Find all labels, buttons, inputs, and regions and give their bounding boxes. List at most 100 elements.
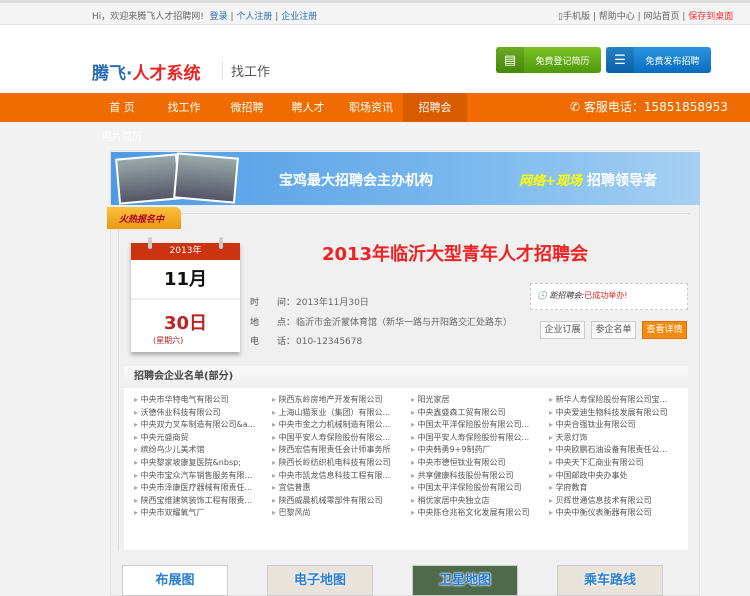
company-item[interactable]: 中央鑫盛森工贸有限公司 <box>411 407 546 418</box>
company-item[interactable]: 陕西长岭纺织机电科技有限公司 <box>272 457 407 468</box>
post-job-button[interactable]: ☰ 免费发布招聘 <box>606 47 711 73</box>
nav-career-news[interactable]: 职场资讯 <box>339 93 403 122</box>
banner-text: 宝鸡最大招聘会主办机构 <box>279 173 433 189</box>
nav-job-fair[interactable]: 招聘会 <box>403 93 467 122</box>
company-item[interactable]: 梢优家居中央独立店 <box>411 495 546 506</box>
countdown-notice: 🕓 距招聘会:已成功举办! <box>530 283 688 310</box>
nav-micro-recruit[interactable]: 微招聘 <box>215 93 279 122</box>
banner-text: 招聘领导者 <box>587 173 657 189</box>
help-link[interactable]: 帮助中心 <box>599 12 635 22</box>
company-item[interactable]: 中央天下汇商业有限公司 <box>549 457 684 468</box>
company-item[interactable]: 中央合强钛业有限公司 <box>549 419 684 430</box>
company-item[interactable]: 陕西宏信有限责任会计师事务所 <box>272 444 407 455</box>
clock-icon: 🕓 <box>537 291 547 300</box>
post-job-label: 免费发布招聘 <box>645 56 700 67</box>
register-resume-button[interactable]: ▤ 免费登记简历 <box>496 47 601 73</box>
map-label: 乘车路线 <box>583 573 636 588</box>
view-details-button[interactable]: 查看详情 <box>642 321 687 339</box>
map-electronic[interactable]: 电子地图 <box>267 565 373 596</box>
nav-find-job[interactable]: 找工作 <box>152 93 216 122</box>
booth-booking-button[interactable]: 企业订展 <box>540 321 585 339</box>
calendar-ring <box>219 237 223 249</box>
banner[interactable]: 宝鸡最大招聘会主办机构 网络+现场 招聘领导者 <box>111 152 700 205</box>
map-layout[interactable]: 布展图 <box>122 565 228 596</box>
calendar: 2013年 11月 30日 (星期六) <box>131 237 240 352</box>
company-item[interactable]: 中国太平洋保险股份有限公司... <box>411 419 546 430</box>
company-item[interactable]: 中央市双耀氧气厂 <box>134 507 269 518</box>
top-bar: Hi，欢迎来腾飞人才招聘网! 登录 | 个人注册 | 企业注册 ▯手机版 | 帮… <box>0 0 750 25</box>
company-register-link[interactable]: 企业注册 <box>281 12 317 22</box>
participant-list-button[interactable]: 参企名单 <box>591 321 636 339</box>
phone-label: 电 话： <box>250 337 296 347</box>
login-link[interactable]: 登录 <box>210 12 228 22</box>
personal-register-link[interactable]: 个人注册 <box>236 12 272 22</box>
company-item[interactable]: 阳光家居 <box>411 394 546 405</box>
fair-phone: 电 话：010-12345678 <box>250 334 362 347</box>
company-item[interactable]: 学府教育 <box>549 482 684 493</box>
company-item[interactable]: 中央市德恒钛业有限公司 <box>411 457 546 468</box>
phone-value: 010-12345678 <box>296 337 363 347</box>
service-phone: ✆ 客服电话：15851858953 <box>570 93 728 122</box>
company-list: 招聘会企业名单(部分) 中央市华特电气有限公司沃德伟业科技有限公司中央双力叉车制… <box>124 366 688 550</box>
company-item[interactable]: 沃德伟业科技有限公司 <box>134 407 269 418</box>
fair-time: 时 间：2013年11月30日 <box>250 295 369 308</box>
company-item[interactable]: 中国平安人寿保险股份有限公... <box>411 432 546 443</box>
notice-label: 距招聘会: <box>549 291 585 300</box>
notice-status: 已成功举办! <box>584 291 628 300</box>
company-item[interactable]: 中国邮政中央办事处 <box>549 470 684 481</box>
home-link[interactable]: 网站首页 <box>644 12 680 22</box>
company-item[interactable]: 中央双力叉车制造有限公司&a... <box>134 419 269 430</box>
company-item[interactable]: 上海山猫泵业（集团）有限公... <box>272 407 407 418</box>
company-item[interactable]: 中国太平洋保险股份有限公司 <box>411 482 546 493</box>
header-subtitle: 找工作 <box>222 61 270 80</box>
company-item[interactable]: 巴黎风尚 <box>272 507 407 518</box>
map-route[interactable]: 乘车路线 <box>557 565 663 596</box>
map-satellite[interactable]: 卫星地图 <box>412 565 518 596</box>
map-label: 电子地图 <box>293 573 346 588</box>
company-item[interactable]: 中央市凯龙信息科技工程有限... <box>272 470 407 481</box>
banner-photo <box>173 152 239 204</box>
company-item[interactable]: 中央市泽康医疗器械有限责任... <box>134 482 269 493</box>
register-resume-label: 免费登记简历 <box>535 56 590 67</box>
calendar-weekday: (星期六) <box>153 336 184 345</box>
company-item[interactable]: 中央爱迪生物科技发展有限公司 <box>549 407 684 418</box>
company-item[interactable]: 天恩灯饰 <box>549 432 684 443</box>
company-item[interactable]: 中央韩勇9+9制药厂 <box>411 444 546 455</box>
map-label: 布展图 <box>155 573 195 588</box>
company-item[interactable]: 陕西威晨机械零部件有限公司 <box>272 495 407 506</box>
company-item[interactable]: 中国平安人寿保险股份有限公... <box>272 432 407 443</box>
calendar-ring <box>148 237 152 249</box>
company-item[interactable]: 中央中衡仪表衡器有限公司 <box>549 507 684 518</box>
phone-text: 客服电话：15851858953 <box>583 100 728 114</box>
company-item[interactable]: 中央陈仓兆裕文化发展有限公司 <box>411 507 546 518</box>
fair-place: 地 点：临沂市金沂蒙体育馆（新华一路与开阳路交汇处路东） <box>250 315 512 328</box>
company-item[interactable]: 中央元盛商贸 <box>134 432 269 443</box>
company-item[interactable]: 中央黎家坡康复医院&nbsp; <box>134 457 269 468</box>
company-item[interactable]: 中央市华特电气有限公司 <box>134 394 269 405</box>
phone-icon: ✆ <box>570 100 581 114</box>
fair-title[interactable]: 2013年临沂大型青年人才招聘会 <box>240 240 670 266</box>
company-item[interactable]: 贝辉世通信息技术有限公司 <box>549 495 684 506</box>
breadcrumb[interactable]: 照片简历 <box>102 128 142 143</box>
save-desktop-link[interactable]: 保存到桌面 <box>688 12 733 22</box>
logo[interactable]: 腾飞·人才系统 <box>92 59 200 84</box>
time-label: 时 间： <box>250 298 296 308</box>
company-item[interactable]: 中央市宝众汽车销售服务有限... <box>134 470 269 481</box>
banner-slogan: 网络+现场 <box>519 174 582 189</box>
company-item[interactable]: 中央市金之力机械制造有限公... <box>272 419 407 430</box>
nav-home[interactable]: 首 页 <box>90 93 154 122</box>
company-item[interactable]: 陕西宝维建筑装饰工程有限责... <box>134 495 269 506</box>
company-item[interactable]: 中央欧鹏石油设备有限责任公... <box>549 444 684 455</box>
company-item[interactable]: 陕西东岭房地产开发有限公司 <box>272 394 407 405</box>
nav-hire[interactable]: 聘人才 <box>276 93 340 122</box>
company-item[interactable]: 新华人寿保险股份有限公司宝... <box>549 394 684 405</box>
company-item[interactable]: 宜信普惠 <box>272 482 407 493</box>
company-item[interactable]: 缤纷鸟少儿美术馆 <box>134 444 269 455</box>
status-ribbon: 火热报名中 <box>107 207 181 229</box>
mobile-link[interactable]: 手机版 <box>563 12 590 22</box>
logo-blue: 腾飞· <box>92 64 133 84</box>
person-icon: ☰ <box>606 47 634 73</box>
time-value: 2013年11月30日 <box>296 298 369 308</box>
company-item[interactable]: 共享健康科技股份有限公司 <box>411 470 546 481</box>
place-value: 临沂市金沂蒙体育馆（新华一路与开阳路交汇处路东） <box>296 318 513 328</box>
